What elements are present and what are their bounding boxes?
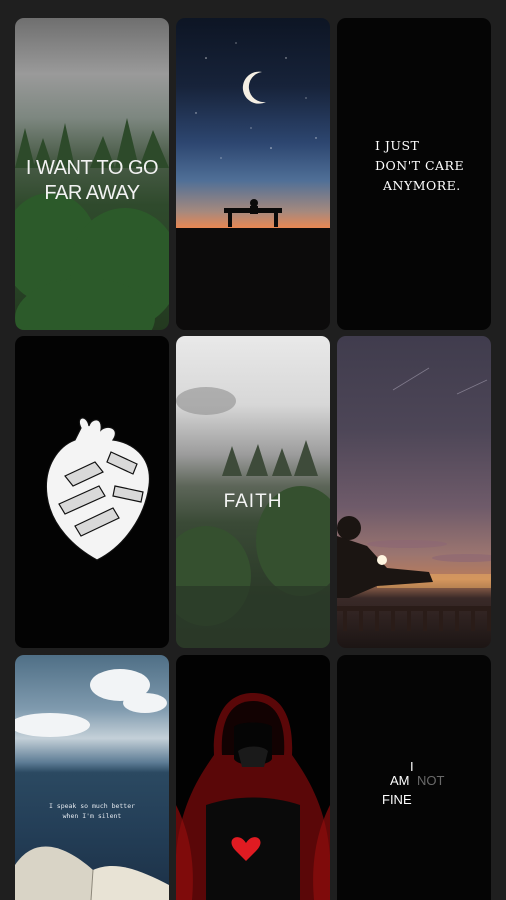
quote-line-1: I speak so much better [48, 802, 136, 810]
quote-line-2: when I'm silent [62, 812, 122, 820]
quote-line-1: I JUST [375, 138, 420, 153]
wallpaper-card-ocean-book[interactable]: I speak so much better when I'm silent [15, 655, 169, 900]
wallpaper-card-night-sky[interactable] [176, 18, 330, 330]
wallpaper-quote-lines: I JUST DON'T CARE ANYMORE. [375, 136, 475, 196]
wallpaper-card-sunset-boy[interactable] [337, 336, 491, 648]
wallpaper-card-heart-sketch[interactable] [15, 336, 169, 648]
wallpaper-card-i-am-not-fine[interactable]: I AM NOT FINE [337, 655, 491, 900]
wallpaper-title: FAITH [223, 491, 283, 512]
quote-line-am: AM [390, 773, 410, 788]
ocean-book-illustration [15, 669, 169, 900]
anatomical-heart-icon [45, 417, 151, 561]
wallpaper-quote-lines: I speak so much better when I'm silent [15, 801, 169, 821]
wallpaper-card-dont-care[interactable]: I JUST DON'T CARE ANYMORE. [337, 18, 491, 330]
quote-line-2: DON'T CARE [375, 158, 465, 173]
hooded-figure-illustration [176, 693, 330, 900]
quote-line-fine: FINE [382, 792, 412, 807]
sunset-boy-illustration [337, 367, 491, 631]
quote-line-3: ANYMORE. [383, 178, 461, 193]
wallpaper-grid: I WANT TO GO FAR AWAY I JUST DON'T CARE … [0, 0, 506, 900]
quote-line-not: NOT [417, 773, 445, 788]
wallpaper-card-faith[interactable]: FAITH [176, 336, 330, 648]
moon-icon [242, 71, 266, 104]
quote-line-i: I [410, 759, 414, 774]
wallpaper-quote: I WANT TO GO FAR AWAY [25, 157, 159, 204]
night-sky-illustration [176, 42, 330, 330]
wallpaper-card-hooded-figure[interactable] [176, 655, 330, 900]
wallpaper-card-forest-quote[interactable]: I WANT TO GO FAR AWAY [15, 18, 169, 330]
